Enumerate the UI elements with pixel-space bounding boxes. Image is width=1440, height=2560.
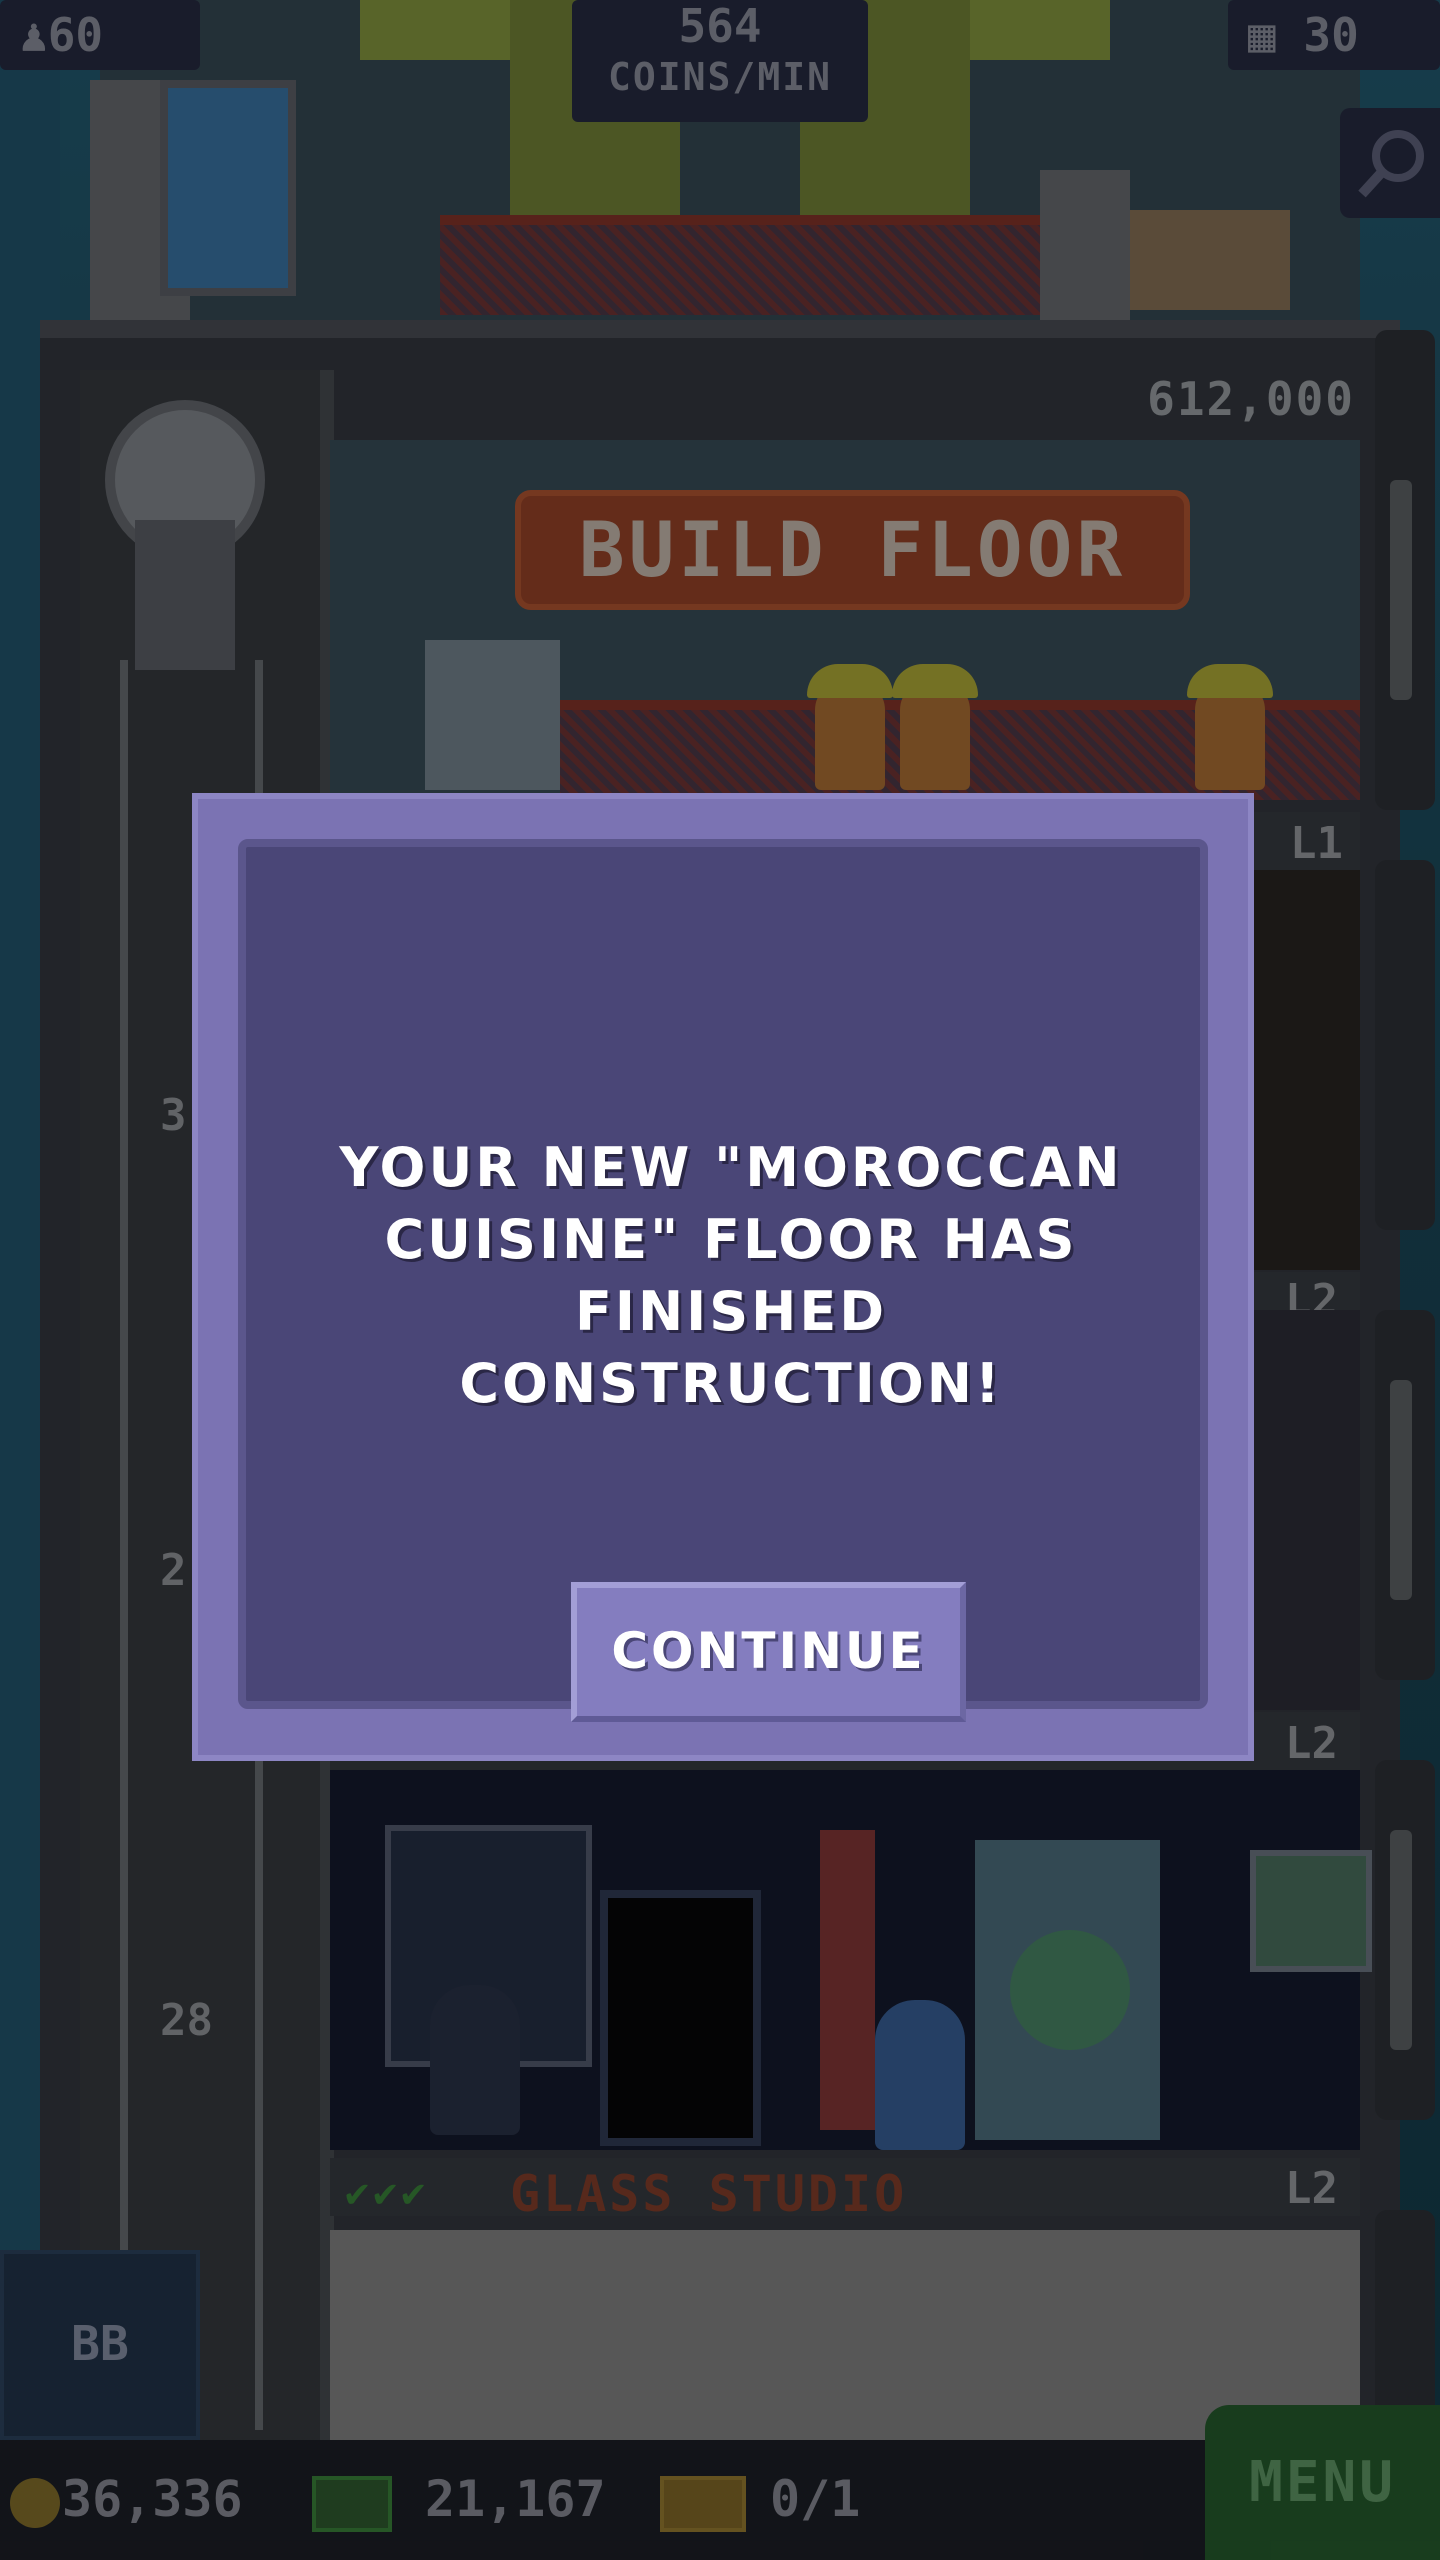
dialog-message-line: YOUR NEW "MOROCCAN: [339, 1136, 1123, 1199]
dialog-message: YOUR NEW "MOROCCAN CUISINE" FLOOR HAS FI…: [306, 1132, 1156, 1420]
dialog-message-line: FINISHED CONSTRUCTION!: [459, 1280, 1003, 1415]
construction-complete-dialog: YOUR NEW "MOROCCAN CUISINE" FLOOR HAS FI…: [192, 793, 1254, 1761]
dialog-panel: YOUR NEW "MOROCCAN CUISINE" FLOOR HAS FI…: [238, 839, 1208, 1722]
dialog-message-line: CUISINE" FLOOR HAS: [384, 1208, 1078, 1271]
continue-button[interactable]: CONTINUE: [571, 1582, 966, 1722]
